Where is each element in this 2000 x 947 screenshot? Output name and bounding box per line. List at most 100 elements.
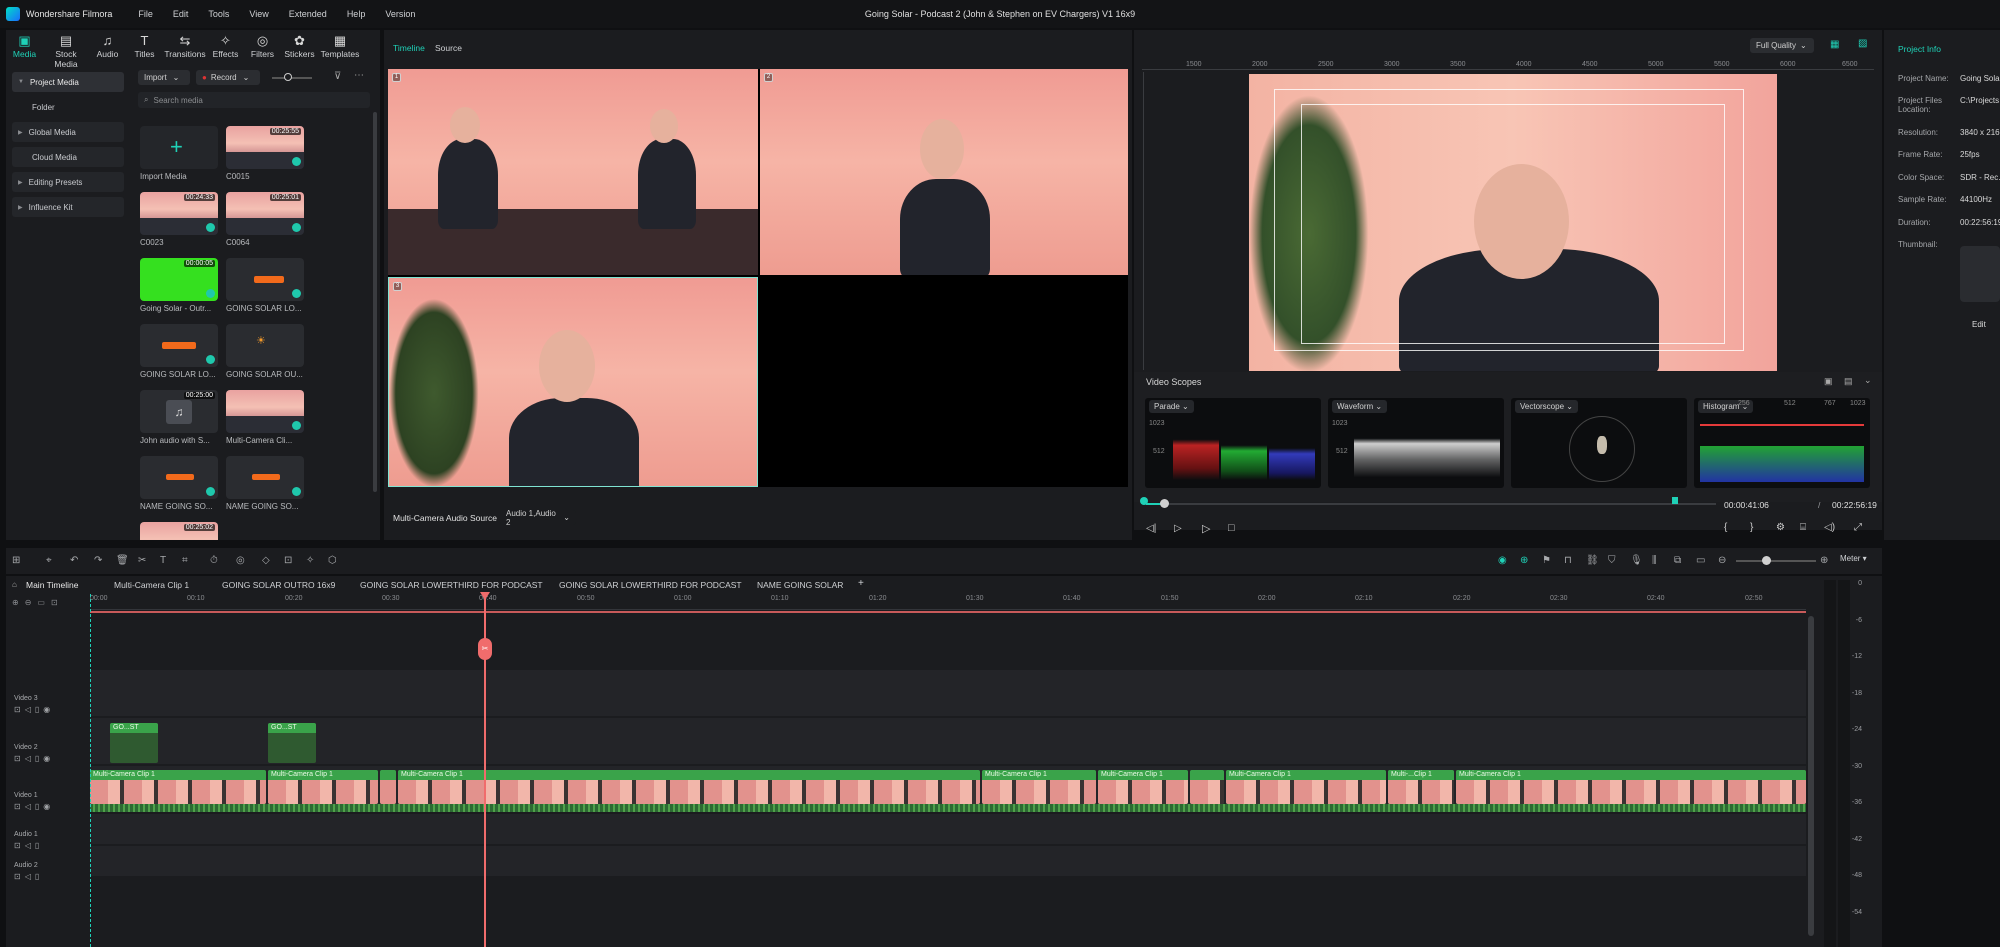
slider-handle[interactable]	[284, 73, 292, 81]
media-search-input[interactable]: ⌕ Search media	[138, 92, 370, 108]
camera-angle-1[interactable]: 1	[388, 69, 758, 275]
media-item-partial[interactable]: 00:25:02	[140, 522, 218, 540]
sidebar-item-editing-presets[interactable]: ▶ Editing Presets	[12, 172, 124, 192]
prev-frame-icon[interactable]: ◁|	[1146, 523, 1156, 534]
preview-scrubber[interactable]	[1146, 503, 1716, 505]
thumbnail-size-slider[interactable]	[272, 77, 312, 79]
sidebar-item-global-media[interactable]: ▶ Global Media	[12, 122, 124, 142]
keyframe-icon[interactable]: ◇	[262, 555, 270, 566]
multicam-clip[interactable]: Multi-Camera Clip 1	[268, 770, 378, 804]
filter-icon[interactable]: ⊽	[334, 71, 341, 82]
meter-dropdown[interactable]: Meter ▾	[1840, 554, 1867, 563]
select-tool-icon[interactable]: ⌖	[46, 555, 52, 566]
track-audio-1[interactable]	[90, 814, 1806, 844]
parade-scope[interactable]: Parade ⌄ 1023 512	[1145, 398, 1321, 488]
tab-name-going-solar[interactable]: NAME GOING SOLAR	[757, 580, 843, 590]
track-controls-icon[interactable]: ⊡◁▯	[14, 872, 43, 881]
auto-icon[interactable]: ⊕	[1520, 555, 1528, 566]
track-controls-icon[interactable]: ⊡◁▯◉	[14, 705, 54, 714]
split-icon[interactable]: ✂	[138, 555, 146, 566]
camera-angle-3[interactable]: 3	[388, 277, 758, 487]
tab-timeline[interactable]: Timeline	[393, 43, 425, 53]
snap-icon[interactable]: ⊓	[1564, 555, 1572, 566]
menu-tools[interactable]: Tools	[208, 9, 229, 19]
mask-icon[interactable]: ⬡	[328, 555, 337, 566]
multicam-clip[interactable]	[1190, 770, 1224, 804]
undo-icon[interactable]: ↶	[70, 555, 78, 566]
menu-view[interactable]: View	[249, 9, 268, 19]
add-tab-icon[interactable]: +	[858, 578, 864, 589]
redo-icon[interactable]: ↷	[94, 555, 102, 566]
chevron-down-icon[interactable]: ⌄	[1864, 375, 1872, 386]
tab-stickers[interactable]: ✿ Stickers	[281, 30, 318, 64]
media-item-name-2[interactable]	[226, 456, 304, 499]
scope-list-icon[interactable]: ▤	[1844, 376, 1853, 387]
tab-source[interactable]: Source	[435, 43, 462, 53]
sidebar-item-project-media[interactable]: ▼ Project Media	[12, 72, 124, 92]
shield-icon[interactable]: ⛉	[1608, 555, 1616, 566]
marker-icon[interactable]: ⚑	[1542, 555, 1551, 566]
tab-outro[interactable]: GOING SOLAR OUTRO 16x9	[222, 580, 335, 590]
sidebar-item-cloud-media[interactable]: Cloud Media	[12, 147, 124, 167]
mark-in-icon[interactable]: {	[1724, 522, 1727, 533]
timeline-ruler[interactable]: 00:00 00:10 00:20 00:30 00:40 00:50 01:0…	[90, 594, 1806, 610]
media-item-going-solar-outro[interactable]: 00:00:05	[140, 258, 218, 301]
grid-view-icon[interactable]: ▦	[1830, 39, 1839, 50]
effects-tool-icon[interactable]: ✧	[306, 555, 314, 566]
tab-effects[interactable]: ✧ Effects	[207, 30, 244, 64]
media-item-multicam-clip[interactable]	[226, 390, 304, 433]
pip-icon[interactable]: ⧉	[1674, 555, 1681, 566]
histogram-scope[interactable]: Histogram ⌄ 256 512 767 1023	[1694, 398, 1870, 488]
scrubber-handle[interactable]	[1160, 499, 1169, 508]
snapshot-icon[interactable]: ⌸	[1800, 522, 1806, 533]
speed-icon[interactable]: ⏱	[210, 555, 218, 566]
parade-dropdown[interactable]: Parade ⌄	[1149, 400, 1194, 413]
multicam-clip[interactable]: Multi-Camera Clip 1	[1226, 770, 1386, 804]
waveform-scope[interactable]: Waveform ⌄ 1023 512	[1328, 398, 1504, 488]
clip-lowerthird[interactable]: GO...ST	[110, 723, 158, 763]
clip-lowerthird[interactable]: GO...ST	[268, 723, 316, 763]
preview-video[interactable]	[1249, 74, 1777, 371]
microphone-icon[interactable]: 🎙	[1630, 555, 1643, 566]
zoom-out-icon[interactable]: ⊖	[1718, 555, 1726, 566]
media-item-outro-title[interactable]: ☀	[226, 324, 304, 367]
import-dropdown[interactable]: Import ⌄	[138, 70, 190, 85]
text-icon[interactable]: T	[160, 555, 166, 566]
play-forward-icon[interactable]: ▷	[1202, 522, 1210, 535]
tab-lowerthird-2[interactable]: GOING SOLAR LOWERTHIRD FOR PODCAST	[559, 580, 742, 590]
out-point-marker[interactable]	[1672, 497, 1678, 504]
freeze-icon[interactable]: ⊡	[284, 555, 292, 566]
waveform-dropdown[interactable]: Waveform ⌄	[1332, 400, 1388, 413]
track-controls-icon[interactable]: ⊡◁▯◉	[14, 802, 54, 811]
media-item-c0023[interactable]: 00:24:33	[140, 192, 218, 235]
tab-lowerthird-1[interactable]: GOING SOLAR LOWERTHIRD FOR PODCAST	[360, 580, 543, 590]
zoom-slider[interactable]	[1736, 560, 1816, 562]
delete-icon[interactable]: 🗑	[116, 555, 129, 566]
media-item-lowerthird-2[interactable]	[140, 324, 218, 367]
menu-edit[interactable]: Edit	[173, 9, 189, 19]
track-audio-2[interactable]	[90, 846, 1806, 876]
play-icon[interactable]: ▷	[1174, 523, 1182, 534]
media-scrollbar[interactable]	[373, 112, 377, 492]
timeline-scrollbar[interactable]	[1808, 616, 1814, 936]
crop-icon[interactable]: ⌗	[182, 555, 188, 566]
scissors-icon[interactable]: ✂	[478, 638, 492, 660]
multicam-clip[interactable]: Multi-Camera Clip 1	[90, 770, 266, 804]
multicam-clip[interactable]: Multi-Camera Clip 1	[1098, 770, 1188, 804]
track-video-3[interactable]	[90, 670, 1806, 716]
tab-multicam-clip[interactable]: Multi-Camera Clip 1	[114, 580, 189, 590]
tab-media[interactable]: ▣ Media	[6, 30, 43, 64]
track-controls-icon[interactable]: ⊡◁▯◉	[14, 754, 54, 763]
menu-file[interactable]: File	[138, 9, 153, 19]
ai-icon[interactable]: ◎	[236, 555, 245, 566]
menu-version[interactable]: Version	[385, 9, 415, 19]
edit-thumbnail-button[interactable]: Edit	[1972, 320, 1986, 329]
sidebar-item-folder[interactable]: Folder	[12, 97, 124, 117]
multicam-clip[interactable]: Multi-...Clip 1	[1388, 770, 1454, 804]
stop-icon[interactable]: □	[1228, 522, 1235, 534]
media-item-c0015[interactable]: 00:25:55	[226, 126, 304, 169]
caption-icon[interactable]: ▭	[1696, 555, 1705, 566]
track-tool-icons[interactable]: ⊕⊖▭⊡	[12, 598, 64, 607]
mark-out-icon[interactable]: }	[1750, 522, 1753, 533]
audio-source-dropdown[interactable]: Audio 1,Audio 2 ⌄	[500, 509, 576, 527]
